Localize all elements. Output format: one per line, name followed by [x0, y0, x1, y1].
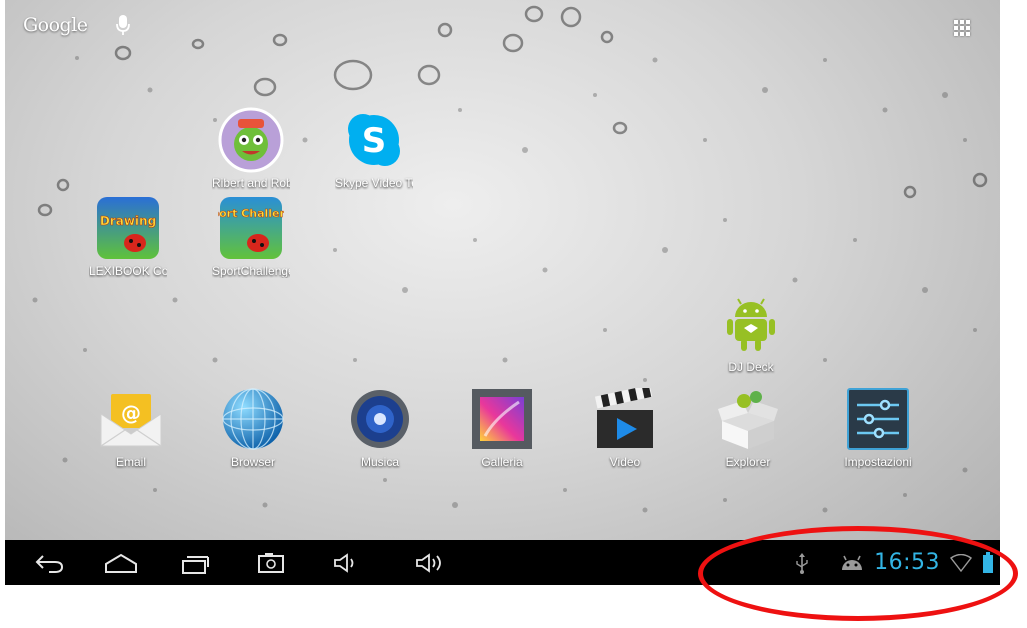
android-robot-icon: [727, 298, 775, 351]
app-label: Email: [115, 455, 146, 469]
android-home-screen: Google Ribert and Robe: [5, 0, 1000, 585]
app-label: Skype Video Te: [335, 176, 413, 190]
svg-text:S: S: [362, 121, 387, 161]
app-label: SportChallenge: [212, 264, 290, 278]
icon-text: Drawing: [100, 214, 156, 228]
annotation-circle: [698, 526, 1018, 621]
app-label: DJ Deck: [728, 360, 774, 374]
app-galleria[interactable]: Galleria: [442, 385, 562, 469]
app-label: Video: [609, 455, 641, 469]
app-impostazioni[interactable]: Impostazioni: [818, 385, 938, 469]
app-shortcut-lexibook[interactable]: Drawing LEXIBOOK Con: [68, 194, 188, 278]
app-explorer[interactable]: Explorer: [688, 385, 808, 469]
app-label: LEXIBOOK Con: [89, 264, 167, 278]
lexibook-drawing-icon: Drawing: [97, 197, 159, 259]
box-icon: [718, 391, 778, 449]
app-label: Ribert and Robe: [212, 176, 290, 190]
app-shortcut-sportchallenge[interactable]: Sport Challenge SportChallenge: [191, 194, 311, 278]
speaker-icon: [351, 390, 409, 448]
app-label: Browser: [230, 455, 275, 469]
app-label: Explorer: [725, 455, 771, 469]
home-icon[interactable]: [101, 549, 141, 577]
app-shortcut-skype[interactable]: S Skype Video Te: [314, 106, 434, 190]
app-shortcut-djdeck[interactable]: DJ Deck: [691, 290, 811, 374]
svg-text:@: @: [121, 401, 141, 425]
volume-down-icon[interactable]: [327, 549, 367, 577]
app-video[interactable]: Video: [565, 385, 685, 469]
app-label: Musica: [360, 455, 399, 469]
icon-text: Sport Challenge: [218, 207, 284, 220]
sport-challenge-icon: Sport Challenge: [218, 197, 284, 259]
app-musica[interactable]: Musica: [320, 385, 440, 469]
recent-apps-icon[interactable]: [175, 549, 215, 577]
settings-sliders-icon: [847, 388, 909, 450]
app-label: Galleria: [481, 455, 523, 469]
robot-character-icon: [218, 107, 284, 173]
email-envelope-icon: @: [100, 394, 162, 447]
volume-up-icon[interactable]: [411, 549, 451, 577]
google-search-bar[interactable]: Google: [23, 14, 130, 36]
apps-grid-icon[interactable]: [954, 20, 972, 36]
app-label: Impostazioni: [844, 455, 912, 469]
globe-icon: [222, 388, 284, 450]
skype-icon: S: [348, 114, 400, 166]
app-browser[interactable]: Browser: [193, 385, 313, 469]
app-email[interactable]: @ Email: [71, 385, 191, 469]
gallery-icon: [472, 389, 532, 449]
mic-icon[interactable]: [115, 14, 130, 36]
screenshot-icon[interactable]: [251, 549, 291, 577]
clapperboard-icon: [594, 388, 653, 448]
google-logo[interactable]: Google: [23, 14, 88, 36]
back-icon[interactable]: [29, 549, 69, 577]
app-shortcut-ribert[interactable]: Ribert and Robe: [191, 106, 311, 190]
